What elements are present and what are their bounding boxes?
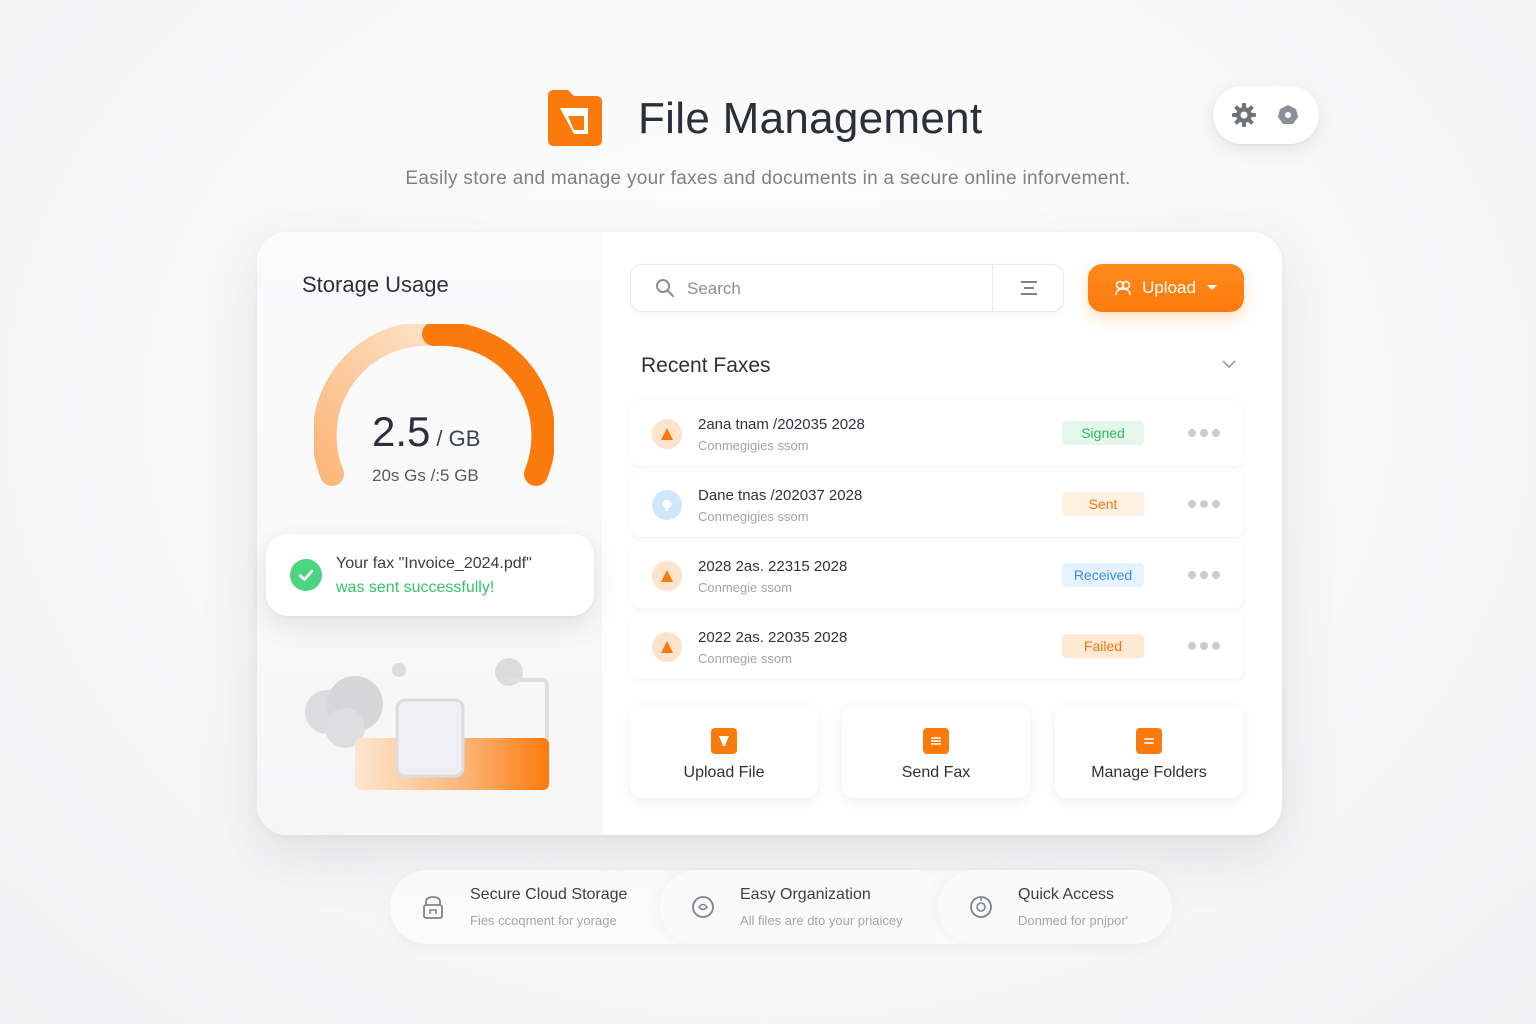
storage-used-value: 2.5 xyxy=(372,408,431,455)
status-badge: Sent xyxy=(1062,492,1144,516)
gear-icon[interactable] xyxy=(1231,102,1257,128)
fax-sub: Conmegie ssom xyxy=(698,651,792,666)
status-badge: Received xyxy=(1062,563,1144,587)
circle-icon[interactable] xyxy=(1275,102,1301,128)
search-bar xyxy=(630,264,1064,312)
upload-file-icon xyxy=(711,728,737,754)
feature-title: Quick Access xyxy=(1018,886,1115,903)
feature-strip: Secure Cloud Storage Fies ccoqment for y… xyxy=(390,870,1172,944)
app-subtitle: Easily store and manage your faxes and d… xyxy=(405,168,1131,189)
bulb-icon xyxy=(652,490,682,520)
fax-row[interactable]: 2ana tnam /202035 2028 Conmegigies ssom … xyxy=(630,400,1244,466)
send-fax-icon xyxy=(923,728,949,754)
feature-desc: Donmed for pnjpor' xyxy=(1018,913,1129,928)
manage-folders-tile[interactable]: Manage Folders xyxy=(1055,706,1243,798)
quick-actions: Upload File Send Fax Manage Folders xyxy=(630,706,1244,798)
more-icon[interactable] xyxy=(1188,426,1224,440)
feature-desc: All files are dto your priaicey xyxy=(740,913,903,928)
folder-icon xyxy=(1136,728,1162,754)
upload-button-label: Upload xyxy=(1142,278,1196,297)
storage-illustration xyxy=(305,658,549,790)
fax-name: Dane tnas /202037 2028 xyxy=(698,487,863,504)
fax-row[interactable]: 2022 2as. 22035 2028 Conmegie ssom Faile… xyxy=(630,613,1244,679)
document-icon xyxy=(652,632,682,662)
tile-label: Manage Folders xyxy=(1091,764,1207,781)
shield-icon xyxy=(692,896,714,918)
fax-name: 2022 2as. 22035 2028 xyxy=(698,629,848,646)
upload-icon xyxy=(1115,280,1131,296)
app-logo-icon xyxy=(548,90,602,146)
fax-sub: Conmegigies ssom xyxy=(698,438,809,453)
search-icon xyxy=(656,279,674,297)
more-icon[interactable] xyxy=(1188,568,1224,582)
app-title: File Management xyxy=(638,94,983,143)
storage-sub-text: 20s Gs /:5 GB xyxy=(372,466,479,485)
chevron-down-icon xyxy=(1206,285,1217,290)
chevron-down-icon[interactable] xyxy=(1221,358,1237,370)
recent-faxes-list: 2ana tnam /202035 2028 Conmegigies ssom … xyxy=(630,400,1244,684)
feature-title: Secure Cloud Storage xyxy=(470,886,628,903)
document-icon xyxy=(652,419,682,449)
toast-message-line1: Your fax "Invoice_2024.pdf" xyxy=(336,555,532,572)
tile-label: Send Fax xyxy=(901,764,971,781)
filter-button[interactable] xyxy=(992,265,1064,311)
fax-name: 2028 2as. 22315 2028 xyxy=(698,558,848,575)
feature-quick-access: Quick Access Donmed for pnjpor' xyxy=(938,870,1172,944)
storage-panel: Storage Usage 2.5/ GB 20s Gs /:5 GB Your… xyxy=(257,232,602,835)
main-card: Storage Usage 2.5/ GB 20s Gs /:5 GB Your… xyxy=(257,232,1282,835)
fax-row[interactable]: Dane tnas /202037 2028 Conmegigies ssom … xyxy=(630,471,1244,537)
upload-button[interactable]: Upload xyxy=(1088,264,1244,312)
feature-title: Easy Organization xyxy=(740,886,871,903)
more-icon[interactable] xyxy=(1188,639,1224,653)
status-badge: Failed xyxy=(1062,634,1144,658)
send-fax-tile[interactable]: Send Fax xyxy=(842,706,1030,798)
lock-icon xyxy=(423,896,443,919)
fax-sub: Conmegigies ssom xyxy=(698,509,809,524)
feature-secure-storage: Secure Cloud Storage Fies ccoqment for y… xyxy=(390,870,670,944)
storage-used-unit: / GB xyxy=(436,426,481,451)
upload-file-tile[interactable]: Upload File xyxy=(630,706,818,798)
recent-faxes-title: Recent Faxes xyxy=(641,354,771,377)
filter-icon xyxy=(1020,281,1037,295)
status-badge: Signed xyxy=(1062,421,1144,445)
tile-label: Upload File xyxy=(683,764,765,781)
search-input[interactable] xyxy=(687,275,977,303)
more-icon[interactable] xyxy=(1188,497,1224,511)
document-icon xyxy=(652,561,682,591)
check-icon xyxy=(290,559,322,591)
fax-row[interactable]: 2028 2as. 22315 2028 Conmegie ssom Recei… xyxy=(630,542,1244,608)
toast-message-line2: was sent successfully! xyxy=(336,579,495,596)
storage-title: Storage Usage xyxy=(302,272,449,297)
storage-used: 2.5/ GB xyxy=(372,408,480,456)
header-actions xyxy=(1213,86,1319,144)
fax-sub: Conmegie ssom xyxy=(698,580,792,595)
access-icon xyxy=(970,896,992,918)
feature-easy-organization: Easy Organization All files are dto your… xyxy=(660,870,950,944)
feature-desc: Fies ccoqment for yorage xyxy=(470,913,617,928)
success-toast: Your fax "Invoice_2024.pdf" was sent suc… xyxy=(266,534,594,616)
fax-name: 2ana tnam /202035 2028 xyxy=(698,416,865,433)
